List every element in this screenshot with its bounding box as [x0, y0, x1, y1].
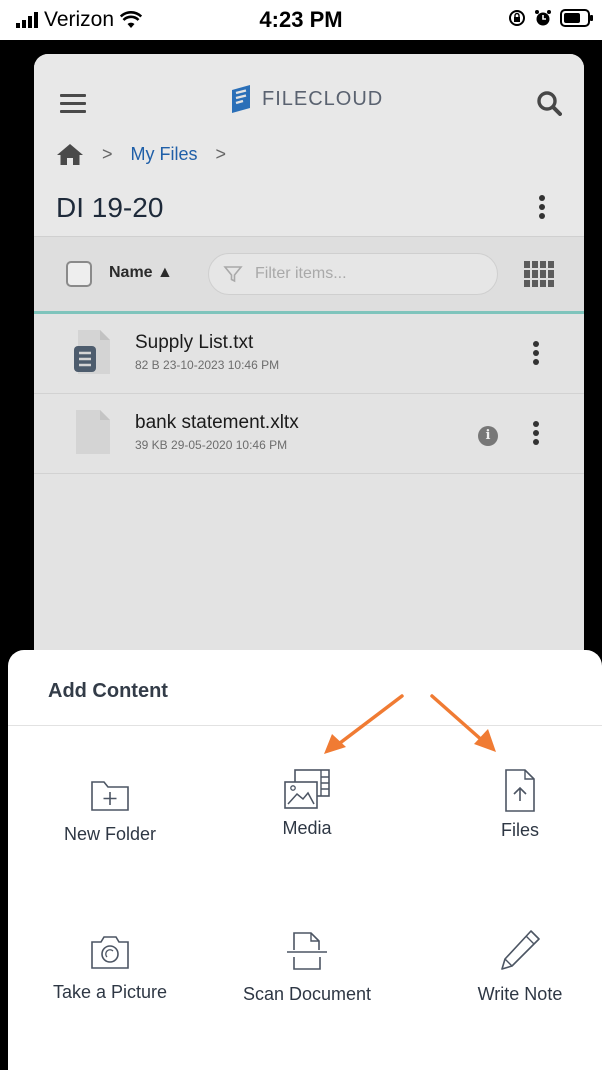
file-name: Supply List.txt [135, 332, 254, 353]
files-button[interactable]: Files [425, 768, 602, 878]
breadcrumb: > My Files > [56, 142, 226, 166]
scan-document-icon [287, 932, 327, 970]
rotation-lock-icon [509, 10, 525, 26]
logo-text: FILECLOUD [262, 87, 384, 110]
folder-title: DI 19-20 [56, 192, 164, 223]
status-bar: Verizon 4:23 PM [0, 0, 602, 40]
status-right [508, 9, 594, 27]
home-icon[interactable] [56, 142, 84, 166]
file-meta: 82 B 23-10-2023 10:46 PM [135, 358, 280, 372]
file-row[interactable]: bank statement.xltx 39 KB 29-05-2020 10:… [34, 394, 584, 474]
camera-icon [91, 936, 129, 969]
filter-input[interactable]: Filter items... [208, 253, 498, 295]
add-content-sheet: Add Content New Folder Media Files Take … [8, 650, 602, 1070]
sheet-header: Add Content [8, 650, 602, 726]
more-vertical-icon[interactable] [538, 194, 546, 220]
media-label: Media [282, 818, 332, 838]
annotation-arrow-icon [430, 694, 496, 752]
alarm-icon [535, 10, 551, 26]
write-note-button[interactable]: Write Note [425, 928, 602, 1038]
write-note-label: Write Note [477, 984, 563, 1004]
file-row[interactable]: Supply List.txt 82 B 23-10-2023 10:46 PM [34, 314, 584, 394]
blank-file-icon [76, 410, 110, 454]
new-folder-icon [91, 781, 129, 811]
filecloud-logo: FILECLOUD [230, 84, 383, 114]
scan-document-button[interactable]: Scan Document [212, 930, 402, 1040]
annotation-arrow-icon [324, 694, 404, 754]
chevron-right-icon: > [102, 143, 113, 164]
file-upload-icon [505, 769, 535, 812]
info-icon[interactable]: i [478, 426, 498, 446]
sort-by-name-button[interactable]: Name ▲ [109, 264, 173, 282]
breadcrumb-my-files[interactable]: My Files [131, 144, 198, 165]
battery-icon [560, 9, 593, 27]
new-folder-label: New Folder [63, 824, 157, 844]
sheet-title: Add Content [48, 680, 168, 702]
take-picture-label: Take a Picture [52, 982, 168, 1002]
file-browser: FILECLOUD > My Files > DI 19-20 Name ▲ F… [34, 54, 584, 654]
chevron-right-icon: > [215, 143, 227, 164]
more-vertical-icon[interactable] [532, 340, 540, 366]
new-folder-button[interactable]: New Folder [15, 778, 205, 888]
take-picture-button[interactable]: Take a Picture [15, 934, 205, 1044]
scan-document-label: Scan Document [242, 984, 372, 1004]
file-name: bank statement.xltx [135, 412, 299, 433]
filecloud-logo-mark [232, 85, 250, 113]
menu-icon[interactable] [60, 94, 86, 114]
more-vertical-icon[interactable] [532, 420, 540, 446]
select-all-checkbox[interactable] [66, 261, 92, 287]
list-toolbar: Name ▲ Filter items... [34, 236, 584, 314]
file-meta: 39 KB 29-05-2020 10:46 PM [135, 438, 288, 452]
grid-view-icon[interactable] [524, 261, 554, 287]
filter-icon [223, 266, 243, 283]
search-icon[interactable] [536, 90, 562, 116]
media-button[interactable]: Media [212, 768, 402, 878]
text-file-icon [74, 330, 110, 374]
media-icon [284, 769, 330, 809]
files-label: Files [500, 820, 539, 840]
filter-placeholder: Filter items... [255, 265, 347, 282]
pencil-icon [501, 930, 540, 970]
